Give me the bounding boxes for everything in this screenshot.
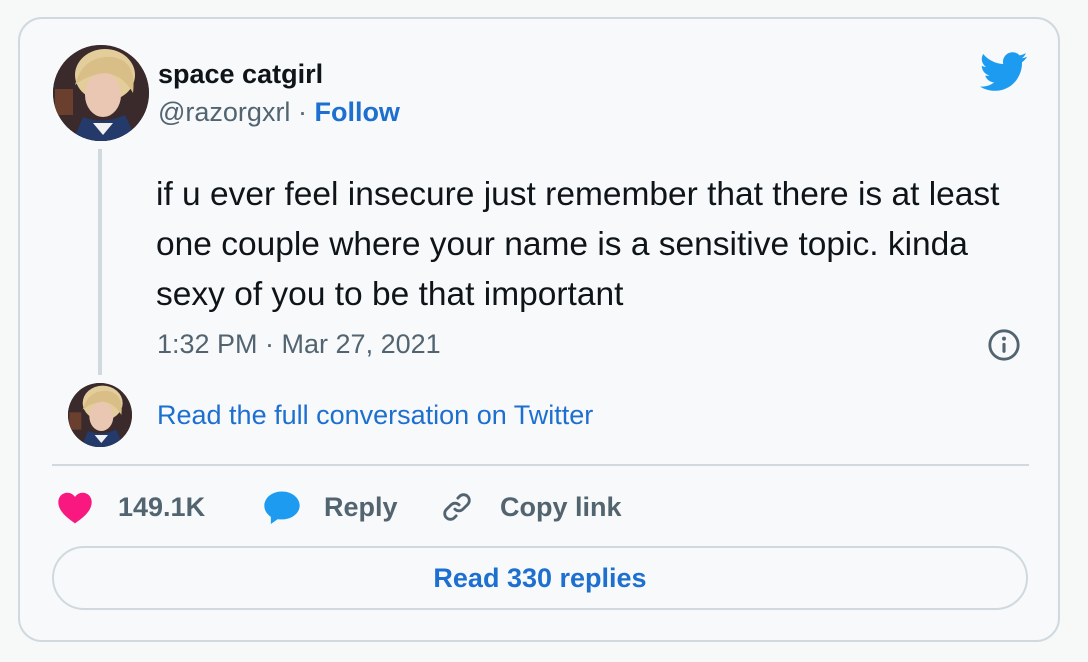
speech-bubble-icon [264, 491, 300, 525]
read-replies-button[interactable]: Read 330 replies [52, 546, 1028, 610]
like-count: 149.1K [118, 491, 206, 522]
author-avatar[interactable] [53, 45, 149, 141]
heart-icon [58, 492, 92, 524]
tweet-text: if u ever feel insecure just remember th… [156, 176, 1000, 313]
reply-label: Reply [324, 491, 398, 522]
tweet-embed-card: space catgirl @razorgxrl · Follow if u e… [18, 17, 1060, 642]
handle-separator: · [297, 97, 315, 127]
avatar-photo-icon [53, 45, 149, 141]
thread-line [98, 149, 102, 375]
conversation-avatar[interactable] [68, 383, 132, 447]
avatar-photo-icon [68, 383, 132, 447]
read-conversation-link[interactable]: Read the full conversation on Twitter [157, 400, 593, 431]
author-handle[interactable]: @razorgxrl [158, 97, 290, 127]
copy-link-button[interactable]: Copy link [440, 487, 622, 527]
info-icon[interactable] [987, 328, 1021, 362]
author-display-name[interactable]: space catgirl [158, 59, 323, 90]
reply-button[interactable]: Reply [262, 487, 398, 527]
follow-button[interactable]: Follow [314, 97, 399, 127]
twitter-bird-icon[interactable] [980, 52, 1028, 92]
author-handle-row: @razorgxrl · Follow [158, 97, 400, 128]
like-button[interactable]: 149.1K [56, 487, 205, 527]
copy-link-label: Copy link [500, 491, 622, 522]
divider [52, 464, 1029, 466]
link-icon [443, 493, 471, 521]
tweet-timestamp[interactable]: 1:32 PM · Mar 27, 2021 [157, 329, 441, 360]
